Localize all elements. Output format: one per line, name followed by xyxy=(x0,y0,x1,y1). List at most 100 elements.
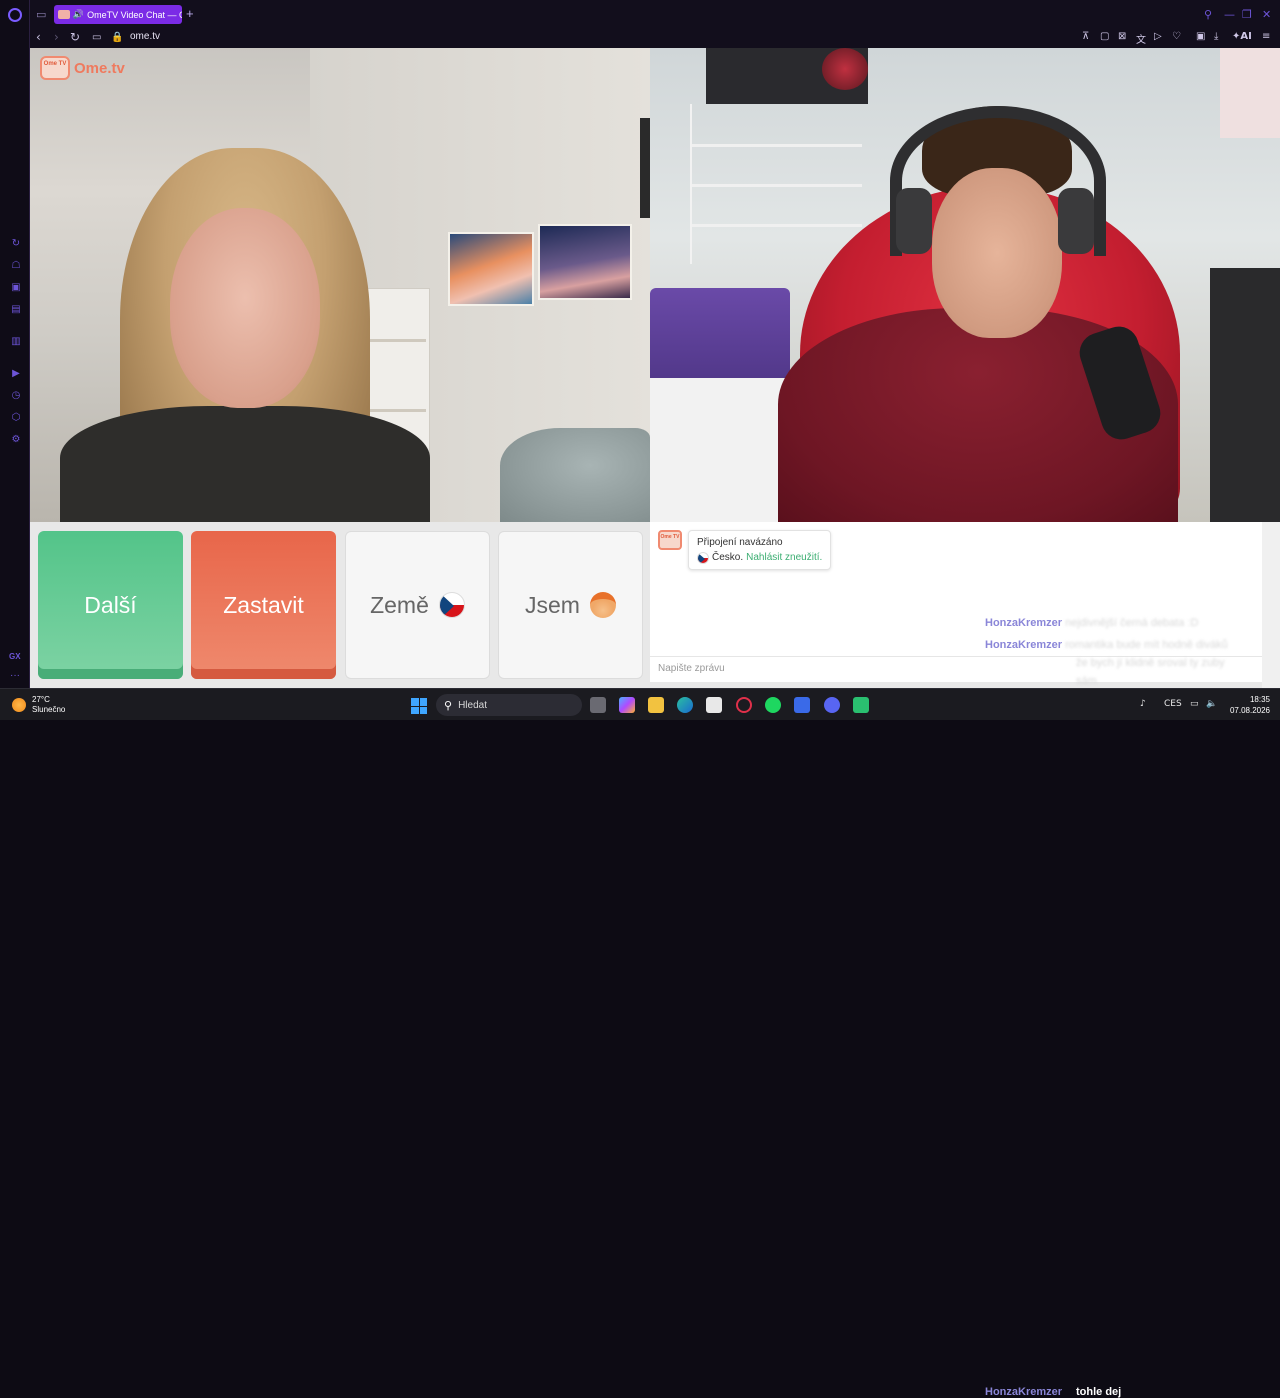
ai-label: AI xyxy=(1240,31,1252,42)
browser-sidebar: ↻ ☖ ▣ ▤ ▥ ▶ ◷ ⬡ ⚙ GX ··· xyxy=(0,0,30,688)
boy-avatar-icon xyxy=(589,592,616,618)
lock-icon[interactable]: 🔒 xyxy=(111,32,123,43)
pin-icon[interactable]: ⊼ xyxy=(1082,31,1089,42)
painting-sunset xyxy=(448,232,534,306)
forward-icon[interactable]: › xyxy=(54,30,59,44)
translate-icon[interactable]: 文 xyxy=(1136,31,1146,46)
chat-controls: Další Zastavit Země Jsem xyxy=(30,522,650,688)
windows-taskbar: 27°C Slunečno ⚲ Hledat HonzaKremzer tohl… xyxy=(0,688,1280,1398)
czech-flag-icon xyxy=(697,551,709,564)
weather-condition: Slunečno xyxy=(32,705,66,714)
maximize-icon[interactable]: ❐ xyxy=(1242,8,1252,21)
temperature: 27°C xyxy=(32,695,50,704)
report-abuse-link[interactable]: Nahlásit zneužití. xyxy=(746,550,822,565)
settings-icon[interactable]: ⚙ xyxy=(10,434,22,446)
window xyxy=(1220,48,1280,138)
self-video xyxy=(650,48,1280,522)
app-icon[interactable] xyxy=(794,697,810,713)
weather-widget[interactable]: 27°C Slunečno xyxy=(12,695,65,715)
ometv-logo[interactable]: Ome TV Ome.tv xyxy=(40,56,125,80)
bot-icon[interactable]: ☖ xyxy=(10,260,22,272)
back-icon[interactable]: ‹ xyxy=(36,30,41,44)
minimize-icon[interactable]: — xyxy=(1224,8,1235,21)
painting-night xyxy=(538,224,632,300)
partner-video: Ome TV Ome.tv xyxy=(30,48,650,522)
volume-icon[interactable]: 🔈 xyxy=(1206,699,1217,709)
snapshot-icon[interactable]: ▢ xyxy=(1100,31,1109,42)
sun-icon xyxy=(12,698,26,712)
clock[interactable]: 18:35 07.08.2026 xyxy=(1228,694,1270,716)
edge-icon[interactable] xyxy=(677,697,693,713)
ometv-page: Ome TV Ome.tv Další Zastavit Země Jsem O… xyxy=(30,48,1280,688)
tab-ometv[interactable]: 🔊 OmeTV Video Chat — O xyxy=(54,5,182,24)
ometv-tv-icon: Ome TV xyxy=(40,56,70,80)
menu-icon[interactable]: ≡ xyxy=(1262,31,1270,42)
time: 18:35 xyxy=(1249,695,1270,704)
gamepad-icon[interactable]: ▣ xyxy=(10,282,22,294)
gender-button[interactable]: Jsem xyxy=(498,531,643,679)
download-icon[interactable]: ⤓ xyxy=(1214,31,1218,42)
vpn-icon[interactable]: ⊠ xyxy=(1118,31,1126,42)
connection-bubble: Připojení navázáno Česko. Nahlásit zneuž… xyxy=(688,530,832,570)
spotify-icon[interactable] xyxy=(765,697,781,713)
partner-country: Česko. xyxy=(712,552,744,563)
url-field[interactable]: ome.tv xyxy=(130,31,160,42)
country-label: Země xyxy=(370,591,429,618)
taskbar-search[interactable]: ⚲ Hledat xyxy=(436,694,582,716)
tab-bar: ▭ 🔊 OmeTV Video Chat — O + ⚲ — ❐ ✕ xyxy=(30,0,1280,28)
microphone-icon[interactable]: ♪ xyxy=(1140,699,1146,709)
search-tabs-icon[interactable]: ⚲ xyxy=(1204,8,1212,21)
network-icon[interactable]: ▭ xyxy=(1190,699,1199,709)
workspaces-icon[interactable]: ▭ xyxy=(36,8,46,21)
connection-status: Připojení navázáno xyxy=(697,537,783,548)
opera-gx-logo-icon[interactable] xyxy=(8,8,22,22)
discord-icon[interactable] xyxy=(824,697,840,713)
search-label: Hledat xyxy=(458,699,487,711)
system-message: Ome TV Připojení navázáno Česko. Nahlási… xyxy=(658,530,832,570)
messenger-icon[interactable]: ▤ xyxy=(10,304,22,316)
camera-icon[interactable]: ▭ xyxy=(92,32,101,43)
bed-frame xyxy=(650,378,790,522)
speaker-icon[interactable]: 🔊 xyxy=(73,10,84,20)
refresh-speed-icon[interactable]: ↻ xyxy=(10,238,22,250)
stop-label: Zastavit xyxy=(223,591,304,618)
gx-corner-label[interactable]: GX xyxy=(9,652,21,661)
reload-icon[interactable]: ↻ xyxy=(70,30,80,44)
chat-side-strip xyxy=(1262,522,1280,688)
lamp xyxy=(822,48,868,90)
start-icon[interactable] xyxy=(411,698,427,714)
heart-icon[interactable]: ♡ xyxy=(1172,31,1181,42)
stop-button[interactable]: Zastavit xyxy=(191,531,336,679)
new-tab-button[interactable]: + xyxy=(186,6,194,21)
overlay-message: HonzaKremzer nejdivnější černá debata :D xyxy=(985,617,1199,629)
play-icon[interactable]: ▷ xyxy=(1154,31,1162,42)
overlay-message: že bych jí klidně sroval ty zuby xyxy=(1076,657,1225,669)
czech-flag-icon xyxy=(438,592,465,618)
overlay-message: HonzaKremzer romantika bude mít hodně di… xyxy=(985,639,1228,651)
overlay-username: HonzaKremzer xyxy=(985,1386,1063,1398)
overlay-last-message: tohle dej xyxy=(1076,1386,1122,1398)
ometv-favicon-icon xyxy=(58,10,70,19)
aria-ai-button[interactable]: ✦AI xyxy=(1232,31,1252,42)
more-icon[interactable]: ··· xyxy=(10,670,20,681)
extensions-icon[interactable]: ⬡ xyxy=(10,412,22,424)
opera-gx-taskbar-icon[interactable] xyxy=(736,697,752,713)
copilot-icon[interactable] xyxy=(619,697,635,713)
history-icon[interactable]: ◷ xyxy=(10,390,22,402)
country-button[interactable]: Země xyxy=(345,531,490,679)
overlay-message: sám xyxy=(1076,675,1097,687)
language-indicator[interactable]: CES xyxy=(1164,699,1182,709)
partner-person xyxy=(60,148,430,522)
address-bar: ‹ › ↻ ▭ 🔒 ome.tv ⊼ ▢ ⊠ 文 ▷ ♡ ▣ ⤓ ✦AI ≡ xyxy=(30,28,1280,48)
task-view-icon[interactable] xyxy=(590,697,606,713)
wallet-icon[interactable]: ▣ xyxy=(1196,31,1205,42)
next-button[interactable]: Další xyxy=(38,531,183,679)
door xyxy=(640,118,650,218)
file-explorer-icon[interactable] xyxy=(648,697,664,713)
twitch-icon[interactable]: ▥ xyxy=(10,336,22,348)
player-icon[interactable]: ▶ xyxy=(10,368,22,380)
close-icon[interactable]: ✕ xyxy=(1262,8,1271,21)
store-icon[interactable] xyxy=(706,697,722,713)
app-icon[interactable] xyxy=(853,697,869,713)
shelves xyxy=(690,104,862,264)
